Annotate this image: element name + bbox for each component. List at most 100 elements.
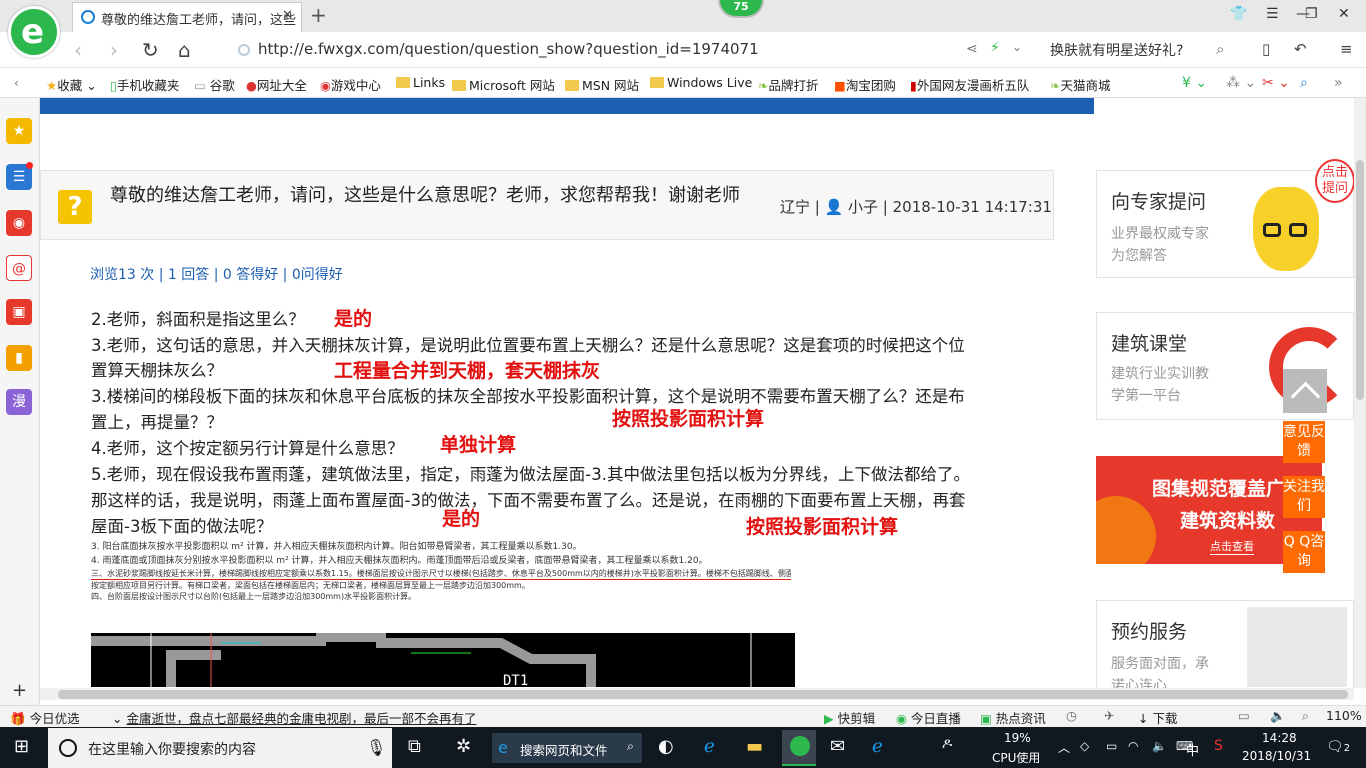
more-bookmarks-icon[interactable]: » <box>1334 75 1343 91</box>
battery-icon[interactable]: ▭ <box>1106 739 1117 753</box>
weibo-icon[interactable]: ◉ <box>6 210 32 236</box>
hot-news[interactable]: ▣ 热点资讯 <box>980 708 1046 727</box>
bookmark-game-center[interactable]: ◉游戏中心 <box>320 75 381 94</box>
zoom-icon[interactable]: ⌕ <box>1302 708 1309 724</box>
bookmark-msn[interactable]: MSN 网站 <box>565 75 639 94</box>
booking-subtitle-1: 服务面对面，承 <box>1111 656 1209 672</box>
ie-icon[interactable]: ℯ <box>704 736 715 757</box>
windows-start-icon[interactable]: ⊞ <box>14 736 29 757</box>
more-icon[interactable]: ≡ <box>1340 40 1353 58</box>
pin-icon[interactable]: ✈ <box>1104 708 1114 723</box>
yen-icon[interactable]: ¥ ⌄ <box>1182 75 1207 91</box>
bookmark-brand-sale[interactable]: ❧品牌打折 <box>758 75 819 94</box>
bookmark-links[interactable]: Links <box>396 75 445 90</box>
bookmark-windows-live[interactable]: Windows Live <box>650 75 752 90</box>
manga-icon[interactable]: 漫 <box>6 389 32 415</box>
news-icon: ▣ <box>980 711 992 726</box>
browser-logo-icon[interactable]: e <box>8 6 60 58</box>
vertical-scroll-thumb[interactable] <box>1356 160 1364 400</box>
phone-icon[interactable]: ▯ <box>1262 40 1270 58</box>
back-icon[interactable]: ‹ <box>74 38 82 62</box>
home-icon[interactable]: ⌂ <box>178 38 191 62</box>
new-tab-icon[interactable]: + <box>310 3 327 27</box>
horizontal-scroll-thumb[interactable] <box>58 690 1348 699</box>
tray-expand-icon[interactable]: ︿ <box>1058 739 1070 756</box>
grid-icon[interactable]: ⁂ ⌄ <box>1226 75 1256 91</box>
tab-close-icon[interactable]: ✕ <box>282 8 293 23</box>
ad-view-button[interactable]: 点击查看 <box>1210 538 1254 555</box>
cartoon-mascot-icon <box>1253 187 1319 271</box>
people-icon[interactable]: ዶ <box>942 736 952 752</box>
ad-decoration <box>1096 496 1156 564</box>
maximize-icon[interactable]: ❐ <box>1305 6 1318 22</box>
lightning-icon[interactable]: ⚡ <box>990 40 1000 56</box>
collapse-bookmarks-icon[interactable]: ‹ <box>14 75 19 90</box>
ask-bubble[interactable]: 点击提问 <box>1315 159 1355 203</box>
bookmark-comic[interactable]: ▮外国网友漫画析五队 <box>910 75 1029 94</box>
edge-icon[interactable]: ℯ <box>872 736 883 757</box>
task-view-icon[interactable]: ⧉ <box>408 736 421 757</box>
mail-taskbar-icon[interactable]: ✉ <box>830 736 845 757</box>
clock-time[interactable]: 14:28 <box>1262 731 1297 745</box>
file-explorer-icon[interactable]: ▬ <box>746 736 763 757</box>
clock-date[interactable]: 2018/10/31 <box>1242 749 1311 763</box>
tray-app-icon[interactable]: ◇ <box>1080 739 1089 753</box>
doc-line: 3. 阳台底面抹灰按水平投影面积以 m² 计算，并入相应天棚抹灰面积内计算。阳台… <box>91 542 582 552</box>
taskbar-search-input[interactable]: 在这里输入你要搜索的内容 <box>48 728 392 768</box>
sound-icon[interactable]: 🔈 <box>1270 708 1286 724</box>
bookmark-favorites[interactable]: ★收藏 ⌄ <box>46 75 97 94</box>
window-icon[interactable]: ▭ <box>1238 708 1250 723</box>
back-to-top-button[interactable] <box>1283 369 1327 413</box>
share-icon[interactable]: ⋖ <box>966 41 978 57</box>
forward-icon[interactable]: › <box>110 38 118 62</box>
vertical-scrollbar[interactable] <box>1354 98 1366 688</box>
search-input[interactable]: 换肤就有明星送好礼? <box>1040 36 1240 62</box>
ask-expert-card[interactable]: 向专家提问 业界最权威专家 为您解答 点击提问 <box>1096 159 1355 278</box>
volume-icon[interactable]: 🔈 <box>1152 739 1167 753</box>
bookmark-microsoft[interactable]: Microsoft 网站 <box>452 75 555 94</box>
follow-us-button[interactable]: 关注我们 <box>1283 476 1325 518</box>
feedback-button[interactable]: 意见反馈 <box>1283 421 1325 463</box>
taskbar-browser-active[interactable] <box>782 730 816 766</box>
booking-service-card[interactable]: 预约服务 服务面对面，承 诺心连心 <box>1096 600 1354 694</box>
news-ticker[interactable]: ⌄ 金庸逝世，盘点七部最经典的金庸电视剧，最后一部不会再有了 <box>112 708 476 727</box>
shirt-skin-icon[interactable]: 👕 <box>1230 6 1247 22</box>
url-input[interactable]: http://e.fwxgx.com/question/question_sho… <box>258 40 759 58</box>
bookmark-tmall[interactable]: ❧天猫商城 <box>1050 75 1111 94</box>
bookmark-taobao[interactable]: ■淘宝团购 <box>834 75 896 94</box>
notification-icon[interactable]: 🗨2 <box>1326 739 1350 755</box>
quick-edit[interactable]: ▶ 快剪辑 <box>824 708 875 727</box>
chevron-down-icon[interactable]: ⌄ <box>1012 40 1022 54</box>
microphone-icon[interactable]: 🎙 <box>366 738 386 757</box>
add-sidebar-icon[interactable]: + <box>12 680 27 701</box>
speed-icon[interactable]: ◷ <box>1066 708 1077 723</box>
game-icon[interactable]: ▣ <box>6 299 32 325</box>
sogou-icon[interactable]: S <box>1214 738 1223 754</box>
favorites-star-icon[interactable]: ★ <box>6 118 32 144</box>
scissors-icon[interactable]: ✂ ⌄ <box>1262 75 1290 91</box>
download-button[interactable]: ↓ 下载 <box>1138 708 1177 727</box>
app-360-icon[interactable]: ◐ <box>658 736 674 757</box>
today-live[interactable]: ◉ 今日直播 <box>896 708 961 727</box>
bookmark-google[interactable]: ▭ 谷歌 <box>194 75 235 94</box>
tab-active[interactable]: 尊敬的维达詹工老师，请问，这些 <box>72 2 302 32</box>
question-line-6: 4.老师，这个按定额另行计算是什么意思？ <box>91 439 404 458</box>
site-info-icon[interactable] <box>238 44 250 56</box>
zoom-level[interactable]: 110% <box>1326 708 1362 723</box>
mail-icon[interactable]: @ <box>6 255 32 281</box>
qq-consult-button[interactable]: Q Q咨询 <box>1283 531 1325 573</box>
bookmark-site-directory[interactable]: ●网址大全 <box>246 75 307 94</box>
bookmark-mobile[interactable]: ▯手机收藏夹 <box>110 75 179 94</box>
pinwheel-icon[interactable]: ✲ <box>456 736 471 757</box>
menu-icon[interactable]: ☰ <box>1266 6 1279 22</box>
close-window-icon[interactable]: ✕ <box>1338 6 1350 22</box>
undo-icon[interactable]: ↶ <box>1294 40 1307 58</box>
ime-indicator[interactable]: 中 <box>1186 740 1199 759</box>
book-icon[interactable]: ▮ <box>6 345 32 371</box>
search-icon[interactable]: ⌕ <box>1216 40 1224 58</box>
magnifier-icon[interactable]: ⌕ <box>1300 75 1308 91</box>
wifi-icon[interactable]: ◠ <box>1128 739 1138 753</box>
refresh-icon[interactable]: ↻ <box>142 38 159 62</box>
taskbar-web-search[interactable]: e 搜索网页和文件 ⌕ <box>492 733 642 763</box>
today-picks[interactable]: 🎁 今日优选 <box>10 708 80 727</box>
